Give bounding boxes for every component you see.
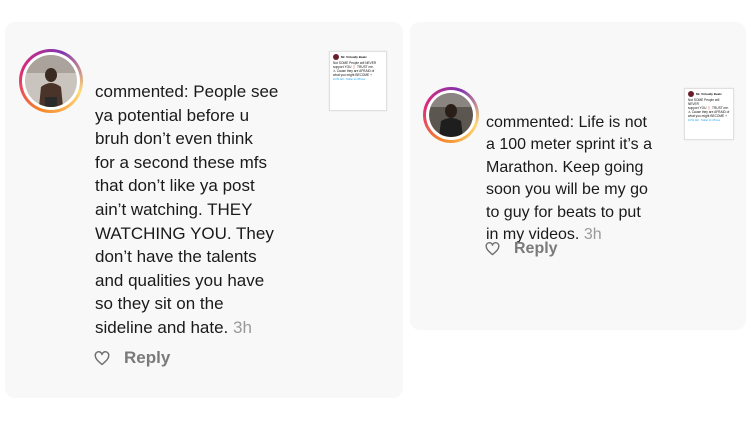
comment-text-left: commented: People see ya potential befor… <box>95 82 279 337</box>
commenter-avatar-left[interactable] <box>19 49 83 113</box>
profile-photo-icon <box>25 55 77 107</box>
tweet-thumbnail-right[interactable]: Mr. Virtually Beatz Not SOME People will… <box>684 88 734 140</box>
tweet-avatar-icon <box>688 91 694 97</box>
heart-outline-icon[interactable] <box>485 242 500 256</box>
reply-button[interactable]: Reply <box>124 348 170 368</box>
reply-row-left: Reply <box>94 348 170 368</box>
tweet-thumbnail-left[interactable]: Mr. Virtually Beatz Not SOME People will… <box>329 51 387 111</box>
heart-outline-icon[interactable] <box>94 350 110 366</box>
profile-photo-icon <box>429 93 473 137</box>
tweet-avatar-icon <box>333 54 339 60</box>
comment-prefix: commented: <box>95 82 189 101</box>
comment-prefix: commented: <box>486 114 575 131</box>
comment-text-right: commented: Life is not a 100 meter sprin… <box>486 114 653 244</box>
reply-row-right: Reply <box>485 240 558 258</box>
reply-button[interactable]: Reply <box>514 240 558 258</box>
comment-timestamp: 3h <box>233 317 252 337</box>
commenter-avatar-right[interactable] <box>423 87 479 143</box>
comment-timestamp: 3h <box>583 226 602 244</box>
